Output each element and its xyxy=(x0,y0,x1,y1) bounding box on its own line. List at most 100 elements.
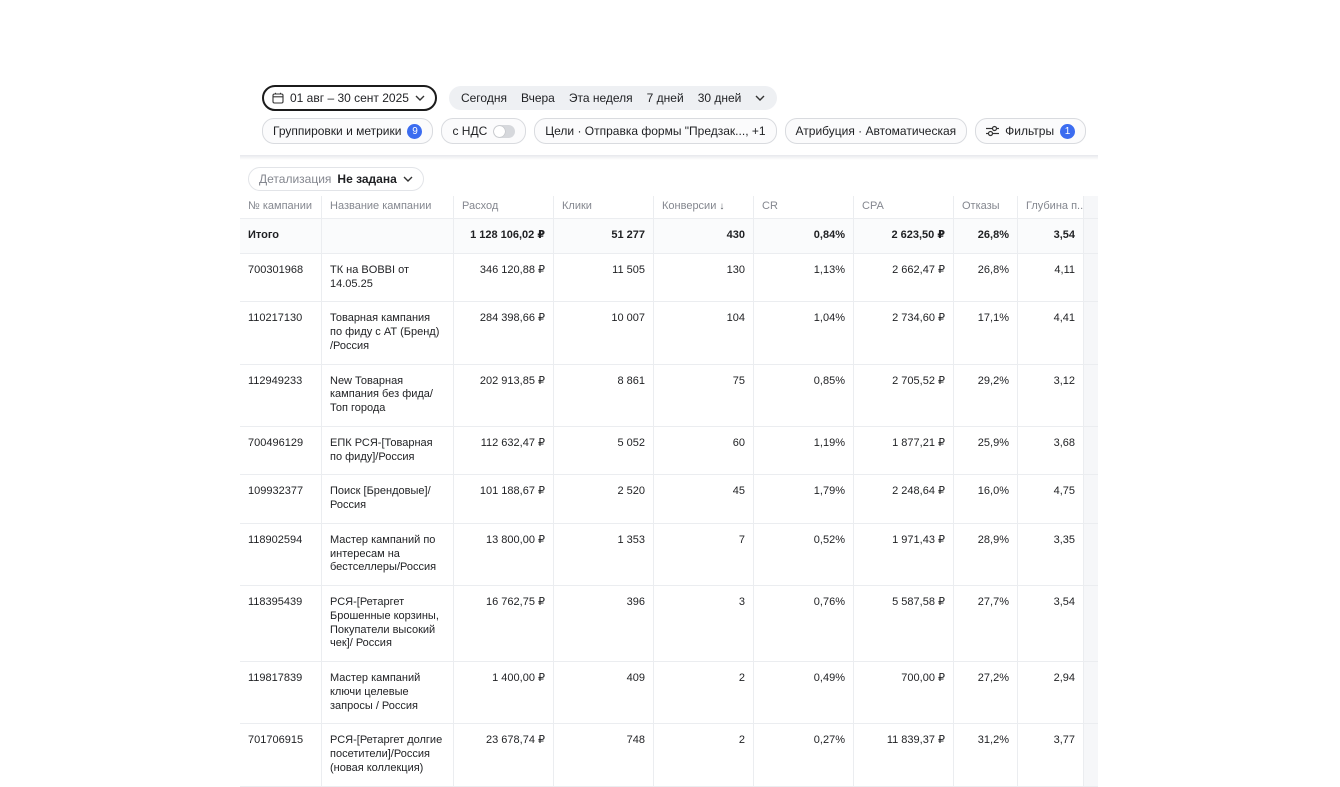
row-spacer xyxy=(1084,253,1098,302)
vat-button[interactable]: с НДС xyxy=(441,118,527,144)
groupings-metrics-button[interactable]: Группировки и метрики 9 xyxy=(262,118,434,144)
table-row[interactable]: 700301968 ТК на BOBBI от 14.05.25 346 120,… xyxy=(240,253,1098,303)
quick-date-items: Сегодня Вчера Эта неделя 7 дней 30 дней xyxy=(461,91,741,105)
groupings-badge: 9 xyxy=(407,123,423,139)
filters-button[interactable]: Фильтры 1 xyxy=(975,118,1087,144)
cell-clicks: 10 007 xyxy=(554,302,654,364)
cell-id: 700301968 xyxy=(240,253,322,302)
quick-date-option[interactable]: Вчера xyxy=(521,91,555,105)
vat-toggle[interactable] xyxy=(493,124,516,138)
goals-label: Цели · Отправка формы "Предзак..., +1 xyxy=(545,124,766,138)
row-spacer xyxy=(1084,475,1098,523)
cell-conversions: 7 xyxy=(654,523,754,585)
cell-cr: 0,52% xyxy=(754,523,854,585)
toolbar-divider xyxy=(240,155,1098,160)
detalization-selector[interactable]: Детализация Не задана xyxy=(248,167,424,191)
cell-clicks: 5 052 xyxy=(554,426,654,475)
cell-cpa: 5 587,58 ₽ xyxy=(854,586,954,661)
calendar-icon xyxy=(272,92,284,104)
cell-id: 118902594 xyxy=(240,523,322,585)
cell-clicks: 409 xyxy=(554,662,654,724)
quick-date-option[interactable]: 30 дней xyxy=(698,91,742,105)
cell-depth: 3,77 xyxy=(1018,724,1084,786)
column-header-label: Глубина п... xyxy=(1026,200,1084,212)
quick-date-option[interactable]: Сегодня xyxy=(461,91,507,105)
cell-id: 118395439 xyxy=(240,586,322,661)
cell-name: РСЯ-[Ретаргет долгие посетители]/Россия … xyxy=(322,724,454,786)
cell-bounces: 17,1% xyxy=(954,302,1018,364)
cell-clicks: 748 xyxy=(554,724,654,786)
column-header-label: Расход xyxy=(462,200,499,212)
cell-cpa: 2 705,52 ₽ xyxy=(854,364,954,426)
column-header-id[interactable]: № кампании xyxy=(240,196,322,218)
toolbar-date-row: 01 авг – 30 сент 2025 Сегодня Вчера Эта не… xyxy=(262,85,778,111)
cell-cr: 1,04% xyxy=(754,302,854,364)
row-spacer xyxy=(1084,586,1098,661)
cell-cr: 0,76% xyxy=(754,586,854,661)
table-header-row: № кампании Название кампании Расход Клики Ко… xyxy=(240,196,1098,219)
cell-conversions: 104 xyxy=(654,302,754,364)
chevron-down-icon xyxy=(415,95,425,101)
cell-id: 112949233 xyxy=(240,364,322,426)
column-header-name[interactable]: Название кампании xyxy=(322,196,454,218)
quick-date-option[interactable]: Эта неделя xyxy=(569,91,633,105)
cell-depth: 3,35 xyxy=(1018,523,1084,585)
column-header-cost[interactable]: Расход xyxy=(454,196,554,218)
cell-cost: 202 913,85 ₽ xyxy=(454,364,554,426)
cell-depth: 4,75 xyxy=(1018,475,1084,523)
cell-conversions: 430 xyxy=(654,219,754,253)
attribution-label: Атрибуция · Автоматическая xyxy=(795,124,957,138)
sort-desc-icon: ↓ xyxy=(719,201,725,212)
row-spacer xyxy=(1084,724,1098,786)
cell-clicks: 51 277 xyxy=(554,219,654,253)
column-header-label: Конверсии xyxy=(662,200,717,212)
cell-conversions: 2 xyxy=(654,724,754,786)
cell-cpa: 1 971,43 ₽ xyxy=(854,523,954,585)
table-row[interactable]: 109932377 Поиск [Брендовые]/ Россия 101 18… xyxy=(240,475,1098,524)
cell-conversions: 75 xyxy=(654,364,754,426)
cell-cr: 1,13% xyxy=(754,253,854,302)
column-header-cr[interactable]: CR xyxy=(754,196,854,218)
cell-bounces: 27,2% xyxy=(954,662,1018,724)
chevron-down-icon[interactable] xyxy=(755,95,765,101)
table-row[interactable]: 118902594 Мастер кампаний по интересам на… xyxy=(240,523,1098,586)
date-range-picker[interactable]: 01 авг – 30 сент 2025 xyxy=(262,85,437,111)
cell-depth: 4,11 xyxy=(1018,253,1084,302)
table-row[interactable]: 110217130 Товарная кампания по фиду с АТ … xyxy=(240,302,1098,365)
cell-cost: 23 678,74 ₽ xyxy=(454,724,554,786)
column-header-depth[interactable]: Глубина п... xyxy=(1018,196,1084,218)
vat-label: с НДС xyxy=(452,124,488,138)
cell-id: 701706915 xyxy=(240,724,322,786)
cell-clicks: 396 xyxy=(554,586,654,661)
column-header-bounces[interactable]: Отказы xyxy=(954,196,1018,218)
column-header-label: Клики xyxy=(562,200,592,212)
cell-name: New Товарная кампания без фида/Топ город… xyxy=(322,364,454,426)
attribution-button[interactable]: Атрибуция · Автоматическая xyxy=(784,118,968,144)
cell-bounces: 28,9% xyxy=(954,523,1018,585)
cell-depth: 3,68 xyxy=(1018,426,1084,475)
filters-label: Фильтры xyxy=(1005,124,1055,138)
goals-button[interactable]: Цели · Отправка формы "Предзак..., +1 xyxy=(534,118,777,144)
cell-name: Поиск [Брендовые]/ Россия xyxy=(322,475,454,523)
column-header-cpa[interactable]: CPA xyxy=(854,196,954,218)
cell-name: Мастер кампаний по интересам на бестселл… xyxy=(322,523,454,585)
table-row[interactable]: 119817839 Мастер кампаний ключи целевые з… xyxy=(240,662,1098,725)
cell-cost: 16 762,75 ₽ xyxy=(454,586,554,661)
sliders-icon xyxy=(986,125,1000,137)
column-header-clicks[interactable]: Клики xyxy=(554,196,654,218)
table-row[interactable]: 700496129 ЕПК РСЯ-[Товарная по фиду]/Росс… xyxy=(240,426,1098,476)
row-spacer xyxy=(1084,426,1098,475)
quick-date-option[interactable]: 7 дней xyxy=(647,91,684,105)
cell-bounces: 31,2% xyxy=(954,724,1018,786)
chevron-down-icon xyxy=(403,176,413,182)
cell-cpa: 2 734,60 ₽ xyxy=(854,302,954,364)
column-header-conversions[interactable]: Конверсии ↓ xyxy=(654,196,754,218)
cell-name: ТК на BOBBI от 14.05.25 xyxy=(322,253,454,302)
table-row[interactable]: 112949233 New Товарная кампания без фида/… xyxy=(240,364,1098,427)
cell-id: 110217130 xyxy=(240,302,322,364)
table-row[interactable]: 701706915 РСЯ-[Ретаргет долгие посетители… xyxy=(240,724,1098,787)
cell-cr: 0,85% xyxy=(754,364,854,426)
cell-bounces: 26,8% xyxy=(954,219,1018,253)
table-row[interactable]: 118395439 РСЯ-[Ретаргет Брошенные корзины… xyxy=(240,586,1098,662)
total-row[interactable]: Итого 1 128 106,02 ₽51 277 430 0,84% 2 623,5… xyxy=(240,219,1098,254)
